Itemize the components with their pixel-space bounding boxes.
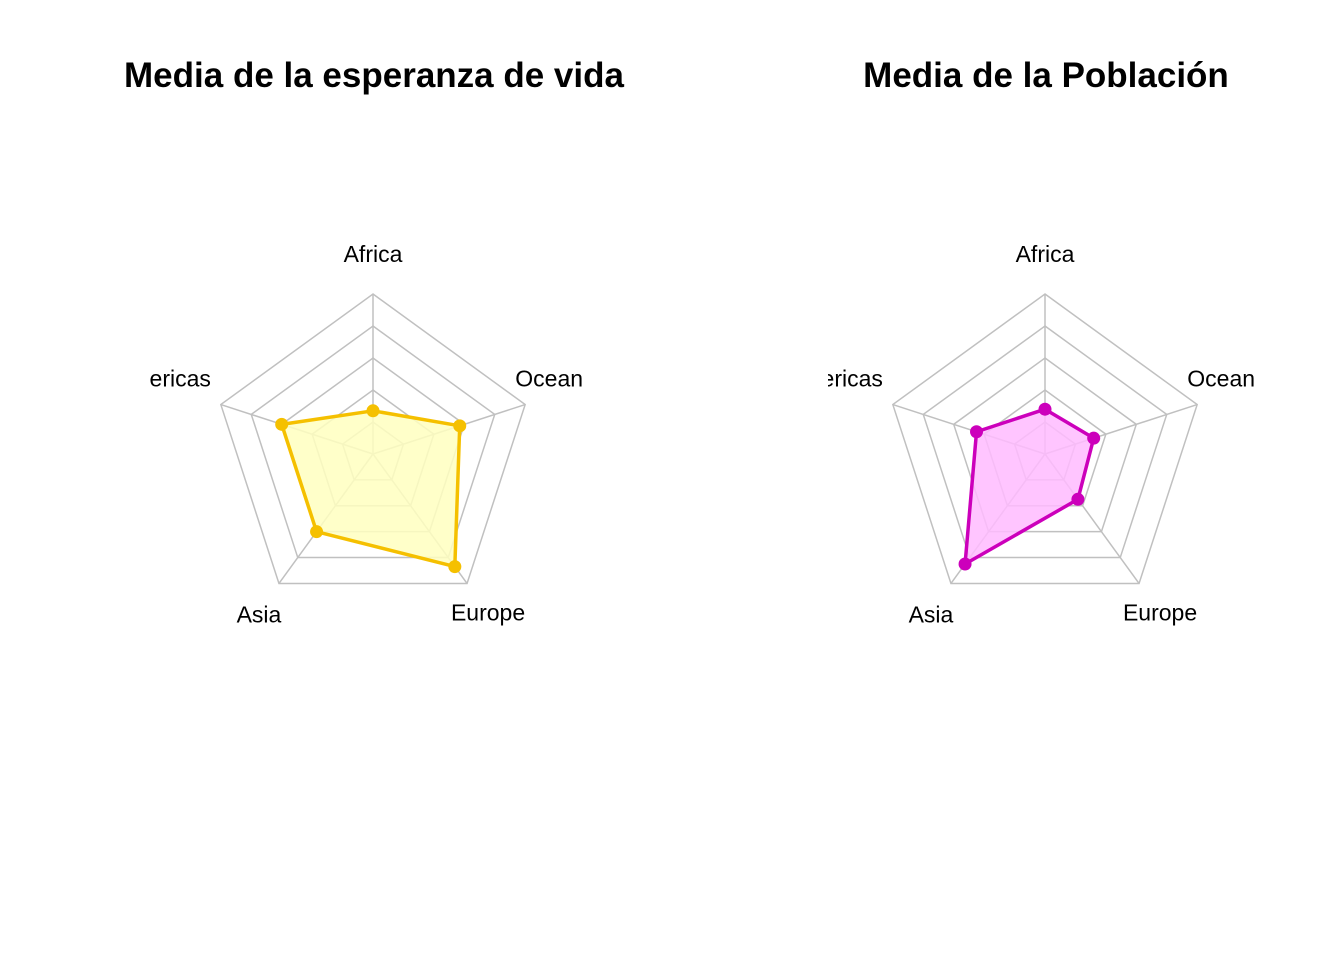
radar-chart-2: Africa Ocean Europe Asia nericas: [809, 241, 1255, 627]
data-point-oceania: [1087, 431, 1101, 445]
radar-charts: Africa Ocean Europe Asia nericas Africa Ocean E…: [137, 241, 1255, 627]
axis-label-europe: Europe: [451, 599, 525, 625]
axis-label-europe: Europe: [1123, 599, 1197, 625]
data-point-africa: [1038, 402, 1052, 416]
axis-label-asia: Asia: [237, 601, 282, 627]
axis-label-asia: Asia: [909, 601, 954, 627]
axis-label-americas: nericas: [137, 366, 211, 392]
data-point-oceania: [453, 419, 467, 433]
axis-label-africa: Africa: [344, 241, 403, 267]
data-point-europe: [1071, 492, 1085, 506]
data-point-asia: [958, 557, 972, 571]
axis-label-oceania: Ocean: [1187, 366, 1255, 392]
data-point-asia: [310, 525, 324, 539]
data-point-europe: [448, 560, 462, 574]
axis-label-oceania: Ocean: [515, 366, 583, 392]
data-point-americas: [275, 417, 289, 431]
data-point-americas: [970, 425, 984, 439]
axis-label-americas: nericas: [809, 366, 883, 392]
axis-label-africa: Africa: [1016, 241, 1075, 267]
data-point-africa: [366, 404, 380, 418]
radar-chart-1: Africa Ocean Europe Asia nericas: [137, 241, 583, 627]
series-area-1: [963, 407, 1096, 566]
